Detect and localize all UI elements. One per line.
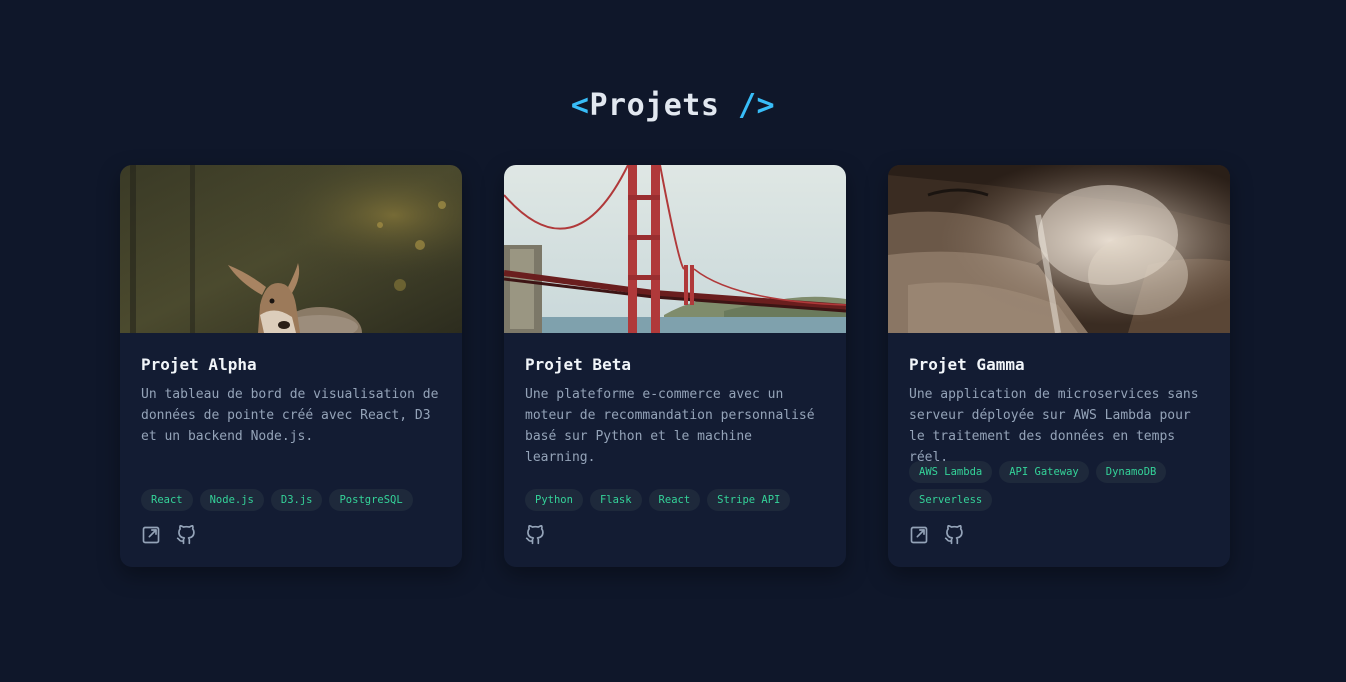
project-links <box>525 524 545 545</box>
tech-tag: DynamoDB <box>1095 461 1167 483</box>
tech-tag: React <box>648 489 701 511</box>
project-description: Une plateforme e-commerce avec un moteur… <box>525 387 815 465</box>
project-links <box>909 524 964 545</box>
tech-tag: React <box>141 489 193 511</box>
project-description: Une application de microservices sans se… <box>909 387 1199 465</box>
project-title: Projet Alpha <box>141 355 257 374</box>
tech-tag: Stripe API <box>707 489 791 511</box>
project-title: Projet Gamma <box>909 355 1025 374</box>
project-cards: Projet Alpha Un tableau de bord de visua… <box>120 165 1232 567</box>
tech-tag: Python <box>525 489 583 511</box>
heading-open-bracket: < <box>570 88 590 123</box>
tech-tag: Flask <box>589 489 642 511</box>
heading-text: Projets <box>589 88 720 123</box>
project-card-beta: Projet Beta Une plateforme e-commerce av… <box>504 165 846 567</box>
tech-tag: AWS Lambda <box>909 461 993 483</box>
project-image-deer <box>120 165 462 333</box>
github-icon[interactable] <box>944 524 964 545</box>
github-icon[interactable] <box>176 524 196 545</box>
tech-tags: Python Flask React Stripe API <box>525 489 832 511</box>
tech-tag: API Gateway <box>999 461 1089 483</box>
github-icon[interactable] <box>525 524 545 545</box>
project-image-waterfall <box>888 165 1230 333</box>
external-link-icon[interactable] <box>141 525 161 545</box>
tech-tag: Serverless <box>909 489 993 511</box>
project-card-alpha: Projet Alpha Un tableau de bord de visua… <box>120 165 462 567</box>
project-description: Un tableau de bord de visualisation de d… <box>141 387 439 444</box>
project-title: Projet Beta <box>525 355 631 374</box>
tech-tag: D3.js <box>270 489 323 511</box>
project-card-gamma: Projet Gamma Une application de microser… <box>888 165 1230 567</box>
project-links <box>141 524 196 545</box>
tech-tags: AWS Lambda API Gateway DynamoDB Serverle… <box>909 461 1216 511</box>
project-image-bridge <box>504 165 846 333</box>
section-heading: <Projets /> <box>0 88 1346 123</box>
tech-tag: PostgreSQL <box>329 489 413 511</box>
external-link-icon[interactable] <box>909 525 929 545</box>
tech-tags: React Node.js D3.js PostgreSQL <box>141 489 448 511</box>
heading-close-bracket: /> <box>719 88 776 123</box>
tech-tag: Node.js <box>199 489 264 511</box>
projects-section: <Projets /> Projet Alpha Un tableau de b… <box>0 0 1346 682</box>
